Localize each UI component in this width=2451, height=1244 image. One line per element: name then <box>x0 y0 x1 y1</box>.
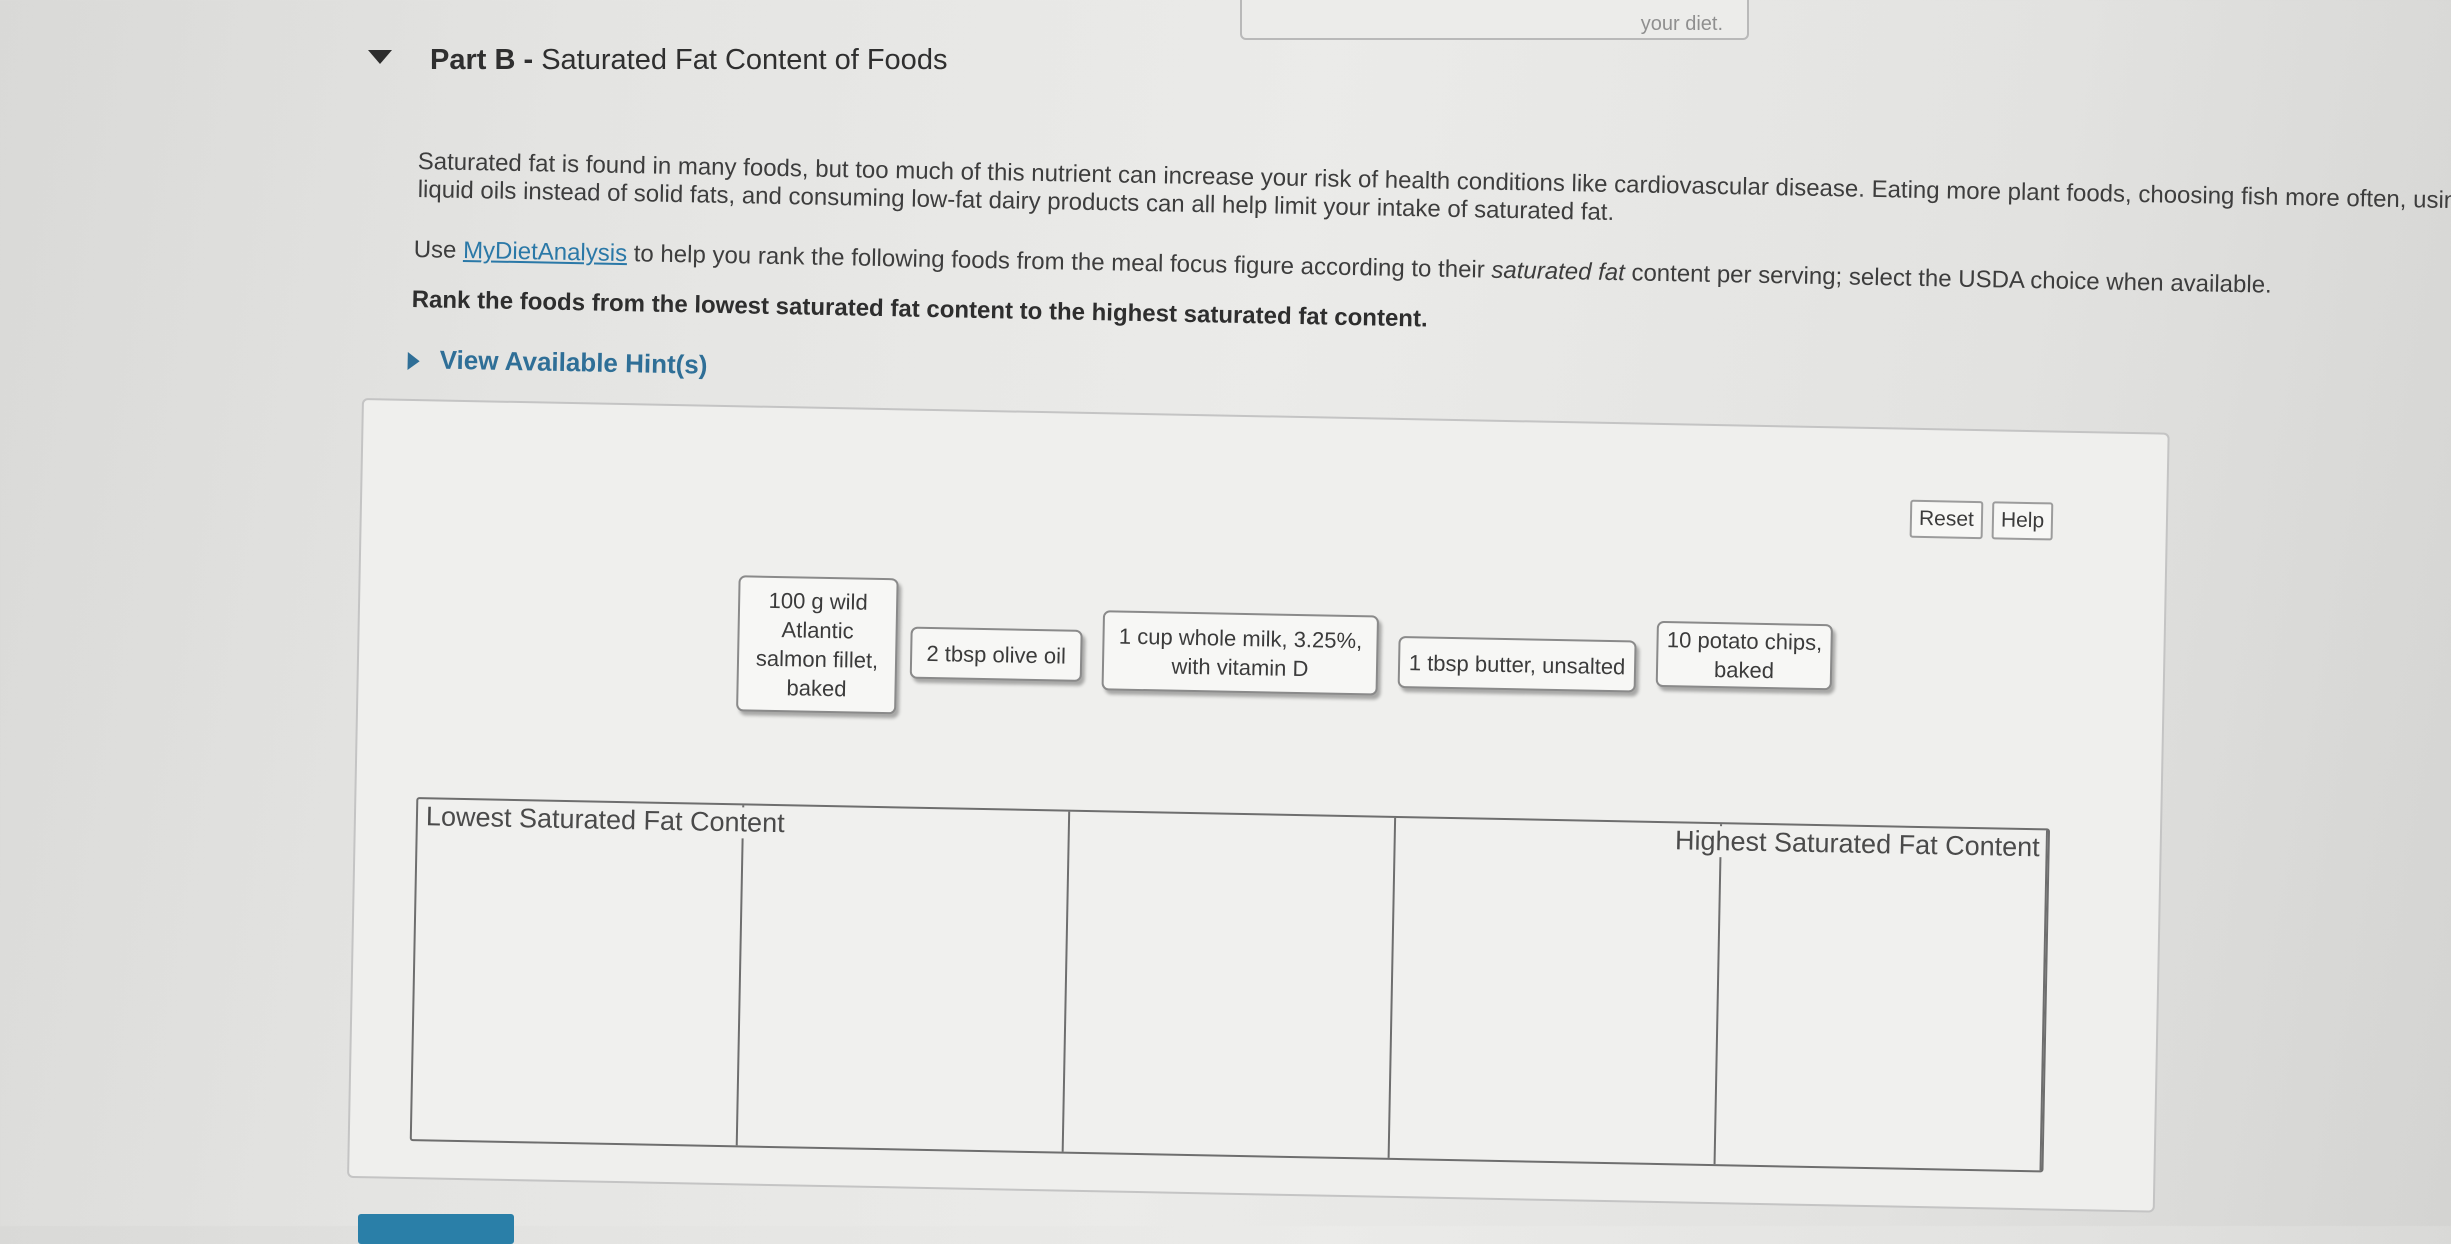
food-card-olive-oil[interactable]: 2 tbsp olive oil <box>909 626 1083 682</box>
part-label: Part B <box>430 44 516 76</box>
rank-slot-3[interactable] <box>1063 811 1397 1158</box>
rank-slot-2[interactable] <box>737 805 1071 1152</box>
food-card-label: 1 cup whole milk, 3.25%, with vitamin D <box>1118 623 1363 682</box>
food-card-whole-milk[interactable]: 1 cup whole milk, 3.25%, with vitamin D <box>1101 610 1380 696</box>
rank-instruction: Rank the foods from the lowest saturated… <box>411 286 1428 333</box>
collapse-arrow-icon[interactable] <box>368 50 392 64</box>
previous-answer-text: your diet. <box>1640 13 1723 35</box>
view-hints-label: View Available Hint(s) <box>439 344 708 380</box>
part-title-text: Saturated Fat Content of Foods <box>541 44 948 76</box>
food-card-label: 1 tbsp butter, unsalted <box>1408 649 1626 679</box>
food-card-salmon[interactable]: 100 g wild Atlantic salmon fillet, baked <box>736 575 899 715</box>
submit-button[interactable] <box>358 1214 514 1244</box>
food-card-label: 100 g wild Atlantic salmon fillet, baked <box>755 587 879 702</box>
rank-slot-1[interactable] <box>411 799 745 1146</box>
ranking-workspace: Reset Help 100 g wild Atlantic salmon fi… <box>347 398 2170 1213</box>
use-prefix: Use <box>413 236 464 264</box>
food-card-label: 2 tbsp olive oil <box>926 640 1067 669</box>
food-card-potato-chips[interactable]: 10 potato chips, baked <box>1655 620 1833 691</box>
rank-slot-4[interactable] <box>1389 817 1723 1165</box>
part-separator: - <box>515 44 542 76</box>
reset-button[interactable]: Reset <box>1909 499 1984 540</box>
view-hints-toggle[interactable]: View Available Hint(s) <box>407 344 708 381</box>
rank-slot-5[interactable] <box>1715 824 2049 1171</box>
ranking-drop-grid: Lowest Saturated Fat Content Highest Sat… <box>409 797 2051 1173</box>
use-instructions: Use MyDietAnalysis to help you rank the … <box>413 236 2272 300</box>
use-italic: saturated fat <box>1491 256 1626 287</box>
part-title: Part B - Saturated Fat Content of Foods <box>430 44 947 77</box>
mydietanalysis-link[interactable]: MyDietAnalysis <box>463 237 628 267</box>
help-button[interactable]: Help <box>1991 501 2054 541</box>
use-suffix: content per serving; select the USDA cho… <box>1624 259 2272 299</box>
expand-arrow-icon <box>407 351 420 371</box>
food-card-butter[interactable]: 1 tbsp butter, unsalted <box>1397 635 1637 693</box>
use-middle: to help you rank the following foods fro… <box>626 240 1492 284</box>
previous-answer-box: your diet. <box>1240 0 1749 40</box>
food-card-label: 10 potato chips, baked <box>1666 627 1823 684</box>
